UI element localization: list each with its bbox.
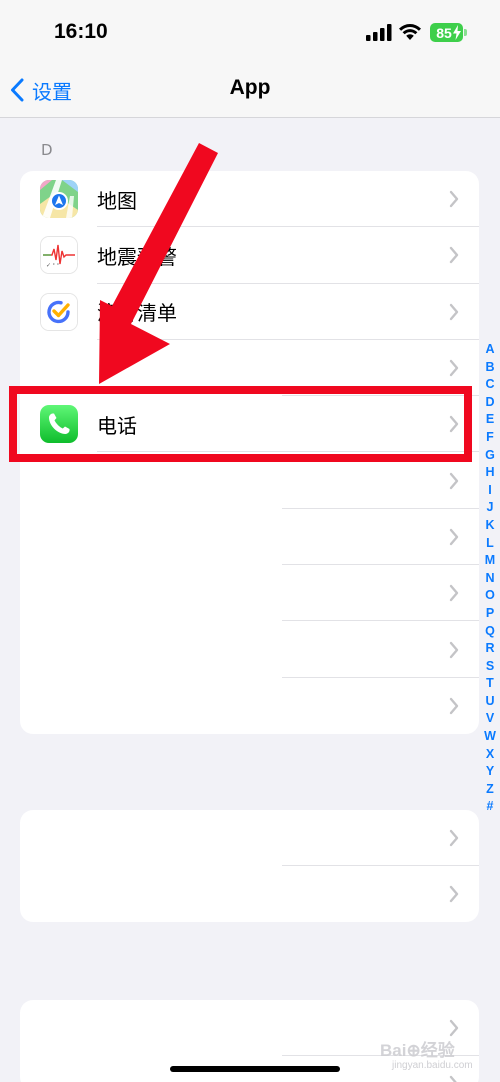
row-label: 地图: [97, 188, 137, 213]
app-row-redacted[interactable]: [20, 340, 479, 397]
chevron-right-icon: [449, 247, 459, 264]
row-label: 电话: [97, 413, 137, 438]
app-row-redacted[interactable]: [20, 810, 479, 866]
battery-charging-icon: 85: [430, 23, 463, 42]
nav-bar: 设置 App: [0, 62, 500, 118]
chevron-right-icon: [449, 190, 459, 208]
chevron-right-icon: [449, 1075, 457, 1082]
alpha-index-letter[interactable]: N: [485, 570, 494, 588]
chevron-right-icon: [449, 416, 459, 433]
battery-cap: [464, 29, 467, 36]
alpha-index-letter[interactable]: G: [485, 447, 495, 465]
alpha-index-letter[interactable]: Y: [486, 763, 494, 781]
alpha-index-letter[interactable]: M: [485, 552, 495, 570]
bolt-icon: [453, 25, 461, 40]
app-row-redacted[interactable]: [20, 452, 479, 510]
alpha-index-letter[interactable]: Q: [485, 623, 495, 641]
alpha-index-letter[interactable]: X: [486, 746, 494, 764]
row-label: 地震预警: [97, 244, 177, 269]
maps-app-icon: [40, 180, 78, 219]
app-row-redacted[interactable]: [20, 866, 479, 922]
alpha-index-letter[interactable]: A: [485, 341, 494, 359]
alpha-index-letter[interactable]: R: [485, 640, 494, 658]
app-row-maps[interactable]: 地图: [20, 171, 479, 228]
watermark-url: jingyan.baidu.com: [392, 1060, 473, 1071]
alpha-index-letter[interactable]: I: [488, 482, 491, 500]
alpha-index-letter[interactable]: H: [485, 464, 494, 482]
home-indicator[interactable]: [170, 1066, 340, 1072]
alpha-index-letter[interactable]: F: [486, 429, 494, 447]
alpha-index-letter[interactable]: #: [487, 798, 494, 816]
alpha-index-letter[interactable]: O: [485, 587, 495, 605]
app-row-phone[interactable]: 电话: [20, 396, 479, 453]
chevron-right-icon: [449, 641, 459, 658]
section-header-d: D: [41, 141, 53, 159]
alpha-index-letter[interactable]: L: [486, 535, 494, 553]
chevron-right-icon: [449, 303, 459, 320]
chevron-right-icon: [449, 885, 459, 903]
chevron-right-icon: [449, 697, 459, 715]
earthquake-alert-app-icon: ✓ ᶜ ᶜ: [40, 236, 78, 275]
app-row-redacted[interactable]: [20, 678, 479, 734]
app-list-group: [20, 810, 479, 922]
page-title: App: [229, 76, 271, 99]
alpha-index-letter[interactable]: P: [486, 605, 494, 623]
alpha-index-letter[interactable]: K: [485, 517, 494, 535]
chevron-right-icon: [449, 1019, 459, 1037]
chevron-right-icon: [449, 472, 459, 489]
watermark: Bai⊕经验: [380, 1041, 455, 1060]
alpha-index-letter[interactable]: T: [486, 675, 494, 693]
alpha-index-letter[interactable]: V: [486, 710, 494, 728]
app-row-earthquake-alert[interactable]: ✓ ᶜ ᶜ 地震预警: [20, 227, 479, 284]
app-row-redacted[interactable]: [20, 509, 479, 566]
alpha-index-letter[interactable]: D: [485, 394, 494, 412]
svg-text:✓ ᶜ ᶜ: ✓ ᶜ ᶜ: [46, 262, 59, 269]
alpha-index-letter[interactable]: J: [487, 499, 494, 517]
app-row-redacted[interactable]: [20, 565, 479, 622]
status-bar: 16:10 85: [0, 0, 500, 62]
ticktick-app-icon: [40, 292, 78, 331]
phone-app-icon: [40, 405, 78, 444]
chevron-right-icon: [449, 359, 459, 377]
signal-icon: [366, 24, 392, 41]
chevron-right-icon: [449, 585, 459, 602]
alphabet-index[interactable]: A B C D E F G H I J K L M N O P Q R S T U V W X Y Z #: [483, 341, 497, 816]
status-time: 16:10: [54, 20, 108, 43]
app-row-redacted[interactable]: [20, 621, 479, 678]
alpha-index-letter[interactable]: Z: [486, 781, 494, 799]
alpha-index-letter[interactable]: W: [484, 728, 496, 746]
row-label: 滴答清单: [97, 301, 177, 326]
app-row-ticktick[interactable]: 滴答清单: [20, 284, 479, 341]
alpha-index-letter[interactable]: E: [486, 411, 494, 429]
battery-level: 85: [436, 24, 452, 41]
app-list-group: 地图 ✓ ᶜ ᶜ 地震预警 滴答清单 电话: [20, 171, 479, 734]
chevron-right-icon: [449, 528, 459, 546]
alpha-index-letter[interactable]: C: [485, 376, 494, 394]
wifi-icon: [399, 24, 421, 40]
alpha-index-letter[interactable]: B: [485, 359, 494, 377]
alpha-index-letter[interactable]: S: [486, 658, 494, 676]
chevron-right-icon: [449, 829, 459, 847]
alpha-index-letter[interactable]: U: [485, 693, 494, 711]
